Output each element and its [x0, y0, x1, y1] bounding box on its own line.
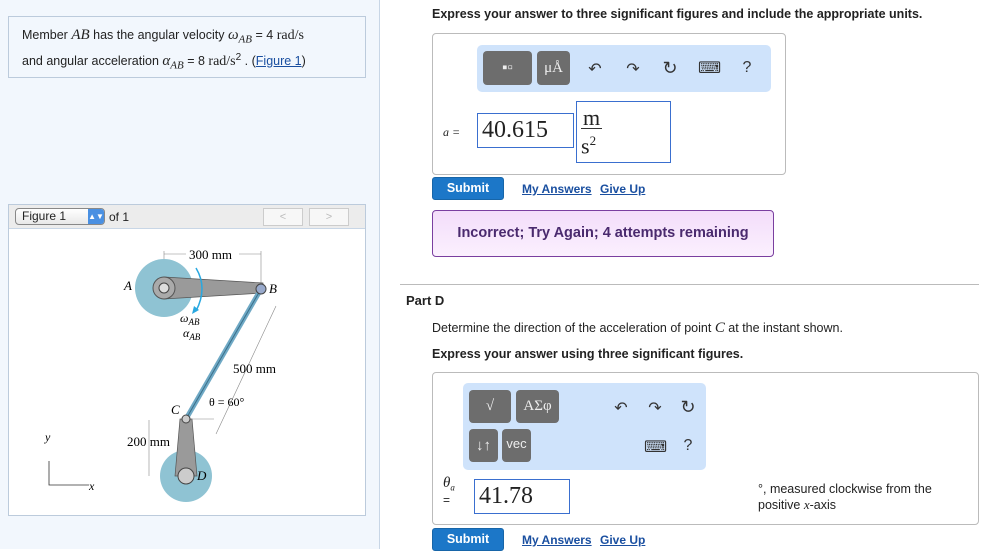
left-panel: Member AB has the angular velocity ωAB =… — [0, 0, 380, 549]
reset-icon[interactable]: ↻ — [659, 58, 681, 79]
omega-label: ωAB — [180, 311, 200, 327]
keyboard-icon[interactable]: ⌨ — [644, 437, 667, 457]
dim-cd-label: 200 mm — [127, 434, 170, 449]
text: has the angular velocity — [89, 28, 228, 42]
give-up-link[interactable]: Give Up — [600, 182, 645, 196]
part-d-question: Determine the direction of the accelerat… — [432, 320, 843, 337]
submit-button[interactable]: Submit — [432, 177, 504, 200]
templates-button[interactable]: ▪▫ — [483, 51, 532, 85]
text: ) — [301, 53, 306, 68]
help-icon[interactable]: ? — [677, 437, 699, 455]
text: Member — [22, 28, 72, 42]
text: Determine the direction of the accelerat… — [432, 321, 715, 335]
point-d-label: D — [196, 468, 207, 483]
select-value: Figure 1 — [22, 209, 67, 223]
my-answers-link[interactable]: My Answers — [522, 182, 592, 196]
text: = 8 — [187, 53, 205, 68]
point-b-label: B — [269, 281, 277, 296]
reset-icon[interactable]: ↻ — [677, 397, 699, 418]
text: and angular acceleration — [22, 53, 163, 68]
undo-icon[interactable]: ↶ — [584, 59, 606, 79]
greek-button[interactable]: ΑΣφ — [516, 390, 559, 423]
text: -axis — [809, 498, 837, 512]
figure-link[interactable]: Figure 1 — [256, 54, 302, 68]
submit-button[interactable]: Submit — [432, 528, 504, 551]
instruction: Express your answer using three signific… — [432, 347, 744, 361]
part-d-title[interactable]: Part D — [406, 293, 444, 308]
mechanism-figure: 300 mm A B C D ωAB αAB 500 mm θ = 60° 20… — [44, 247, 277, 502]
unit-denominator: s — [581, 133, 590, 159]
text: . ( — [241, 53, 256, 68]
math: rad/s — [276, 28, 304, 43]
math: AB — [170, 59, 184, 72]
units-button[interactable]: μÅ — [537, 51, 570, 85]
math: C — [714, 320, 725, 336]
alpha-label: αAB — [183, 326, 201, 342]
instruction: Express your answer to three significant… — [432, 7, 923, 21]
math: rad/s — [208, 53, 236, 69]
arrows-button[interactable]: ↓↑ — [469, 429, 498, 462]
give-up-link[interactable]: Give Up — [600, 533, 645, 547]
redo-icon[interactable]: ↷ — [644, 398, 666, 418]
prev-figure-button[interactable]: < — [263, 208, 303, 226]
help-icon[interactable]: ? — [736, 59, 758, 77]
problem-statement: Member AB has the angular velocity ωAB =… — [8, 16, 366, 78]
angle-unit-text: °, measured clockwise from the positive x… — [758, 481, 932, 513]
answer-label: a = — [443, 125, 461, 139]
unit-input[interactable]: m s2 — [576, 101, 671, 163]
vec-button[interactable]: vec — [502, 429, 531, 462]
theta-label: θ = 60° — [209, 395, 245, 409]
math: a — [450, 482, 455, 493]
unit-numerator: m — [581, 105, 602, 130]
figure-select[interactable]: Figure 1 ▲▼ — [15, 208, 105, 225]
figure-toolbar: Figure 1 ▲▼ of 1 < > — [9, 205, 365, 229]
dim-bc-label: 500 mm — [233, 361, 276, 376]
point-c-label: C — [171, 402, 180, 417]
x-axis-label: x — [88, 479, 95, 493]
feedback-message: Incorrect; Try Again; 4 attempts remaini… — [432, 210, 774, 257]
answer-box-c: ▪▫ μÅ ↶ ↷ ↻ ⌨ ? a = 40.615 m s2 — [432, 33, 786, 175]
y-axis-label: y — [44, 430, 51, 444]
redo-icon[interactable]: ↷ — [622, 59, 644, 79]
figure-viewer: Figure 1 ▲▼ of 1 < > 300 mm A B C D ωAB α… — [8, 204, 366, 516]
math: AB — [71, 27, 90, 43]
angle-input[interactable]: 41.78 — [474, 479, 570, 514]
unit-exponent: 2 — [589, 133, 597, 148]
answer-label: θa = — [443, 476, 455, 508]
keyboard-icon[interactable]: ⌨ — [698, 58, 721, 78]
undo-icon[interactable]: ↶ — [610, 398, 632, 418]
answer-box-d: √ ΑΣφ ↓↑ vec ↶ ↷ ↻ ⌨ ? θa = 41.78 °, meas… — [432, 372, 979, 525]
math: AB — [238, 33, 252, 46]
text: positive — [758, 498, 804, 512]
text: at the instant shown. — [724, 321, 843, 335]
divider — [400, 284, 979, 285]
dim-ab-label: 300 mm — [189, 247, 232, 262]
text: = — [443, 493, 451, 508]
math: ω — [227, 27, 239, 43]
text: °, measured clockwise from the — [758, 482, 932, 496]
point-a-label: A — [123, 278, 132, 293]
answer-value-input[interactable]: 40.615 — [477, 113, 574, 148]
my-answers-link[interactable]: My Answers — [522, 533, 592, 547]
next-figure-button[interactable]: > — [309, 208, 349, 226]
templates-button[interactable]: √ — [469, 390, 511, 423]
math-toolbar: √ ΑΣφ ↓↑ vec ↶ ↷ ↻ ⌨ ? — [463, 383, 706, 470]
select-arrows-icon: ▲▼ — [88, 209, 104, 224]
figure-count: of 1 — [109, 210, 130, 224]
math-toolbar: ▪▫ μÅ ↶ ↷ ↻ ⌨ ? — [477, 45, 771, 92]
text: = 4 — [255, 28, 274, 42]
